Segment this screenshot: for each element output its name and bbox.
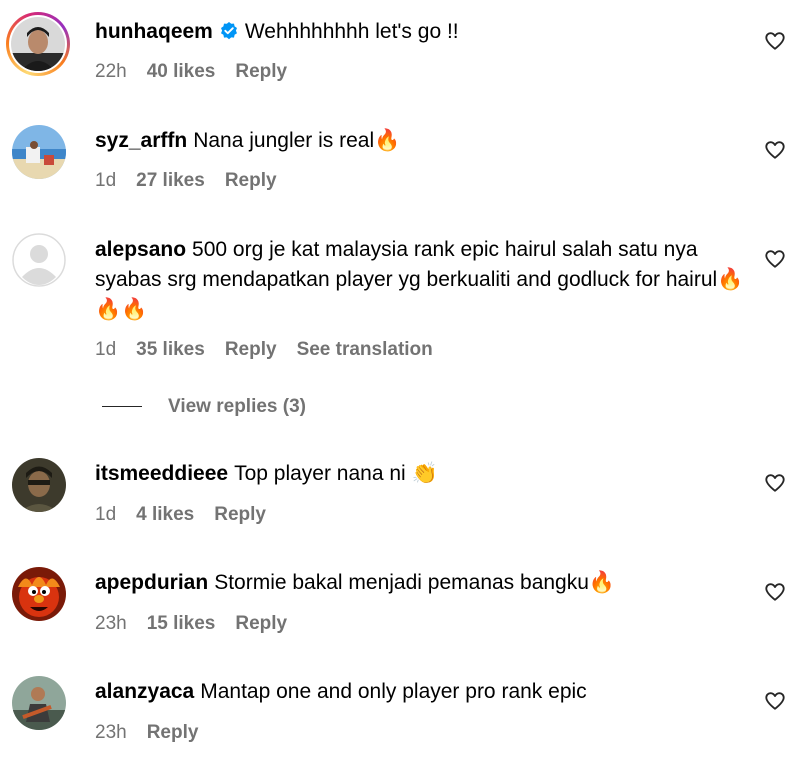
comment-likes[interactable]: 40 likes <box>147 61 216 82</box>
story-ring[interactable] <box>6 12 70 76</box>
comment-time[interactable]: 23h <box>95 613 127 634</box>
comment-username[interactable]: apepdurian <box>95 571 208 594</box>
heart-outline-icon[interactable] <box>764 690 786 712</box>
comment-time[interactable]: 1d <box>95 504 116 525</box>
heart-outline-icon[interactable] <box>764 472 786 494</box>
avatar-image <box>12 676 66 730</box>
avatar[interactable] <box>12 125 66 179</box>
heart-outline-icon[interactable] <box>764 581 786 603</box>
view-replies-label: View replies (3) <box>168 396 306 417</box>
see-translation-button[interactable]: See translation <box>297 339 433 360</box>
comment-likes[interactable]: 15 likes <box>147 613 216 634</box>
avatar-image <box>12 567 66 621</box>
avatar[interactable] <box>12 676 66 730</box>
comment-meta: 1d 27 likes Reply <box>95 170 297 192</box>
avatar-image <box>12 125 66 179</box>
comment-body: Top player nana ni 👏 <box>234 462 438 485</box>
comment-text-block: apepdurian Stormie bakal menjadi pemanas … <box>95 568 745 598</box>
comment-likes[interactable]: 27 likes <box>136 170 205 191</box>
reply-button[interactable]: Reply <box>147 722 199 743</box>
reply-button[interactable]: Reply <box>225 170 277 191</box>
avatar[interactable] <box>12 233 66 287</box>
comment-body: Wehhhhhhhh let's go !! <box>244 20 459 43</box>
view-replies-button[interactable]: View replies (3) <box>102 396 306 418</box>
heart-outline-icon[interactable] <box>764 139 786 161</box>
comment-username[interactable]: alepsano <box>95 238 186 261</box>
comment-username[interactable]: alanzyaca <box>95 680 194 703</box>
comment-meta: 23h 15 likes Reply <box>95 613 307 635</box>
comment-meta: 1d 4 likes Reply <box>95 504 286 526</box>
reply-button[interactable]: Reply <box>214 504 266 525</box>
comment-body: Nana jungler is real🔥 <box>193 129 401 152</box>
divider-line <box>102 406 142 408</box>
avatar-image <box>11 17 65 71</box>
comment-body: Mantap one and only player pro rank epic <box>200 680 587 703</box>
default-avatar-icon <box>12 233 66 287</box>
avatar[interactable] <box>12 567 66 621</box>
avatar[interactable] <box>12 458 66 512</box>
comment-text-block: hunhaqeem Wehhhhhhhh let's go !! <box>95 17 745 47</box>
comment-time[interactable]: 22h <box>95 61 127 82</box>
comment-username[interactable]: syz_arffn <box>95 129 187 152</box>
comment-text-block: itsmeeddieee Top player nana ni 👏 <box>95 459 745 489</box>
avatar-image <box>12 458 66 512</box>
comment-body: Stormie bakal menjadi pemanas bangku🔥 <box>214 571 616 594</box>
comment-meta: 23h Reply <box>95 722 218 744</box>
comment-username[interactable]: itsmeeddieee <box>95 462 228 485</box>
comment-text-block: syz_arffn Nana jungler is real🔥 <box>95 126 745 156</box>
reply-button[interactable]: Reply <box>235 613 287 634</box>
comment-time[interactable]: 1d <box>95 170 116 191</box>
avatar[interactable] <box>11 17 65 71</box>
comment-time[interactable]: 23h <box>95 722 127 743</box>
heart-outline-icon[interactable] <box>764 30 786 52</box>
comment-username[interactable]: hunhaqeem <box>95 20 213 43</box>
comment-text-block: alanzyaca Mantap one and only player pro … <box>95 677 745 707</box>
comment-meta: 1d 35 likes Reply See translation <box>95 339 453 361</box>
comment-body: 500 org je kat malaysia rank epic hairul… <box>95 238 744 321</box>
comment-meta: 22h 40 likes Reply <box>95 61 307 83</box>
comment-likes[interactable]: 4 likes <box>136 504 194 525</box>
reply-button[interactable]: Reply <box>235 61 287 82</box>
comment-text-block: alepsano 500 org je kat malaysia rank epi… <box>95 235 745 325</box>
heart-outline-icon[interactable] <box>764 248 786 270</box>
verified-badge-icon <box>220 22 237 40</box>
reply-button[interactable]: Reply <box>225 339 277 360</box>
comment-likes[interactable]: 35 likes <box>136 339 205 360</box>
comment-time[interactable]: 1d <box>95 339 116 360</box>
